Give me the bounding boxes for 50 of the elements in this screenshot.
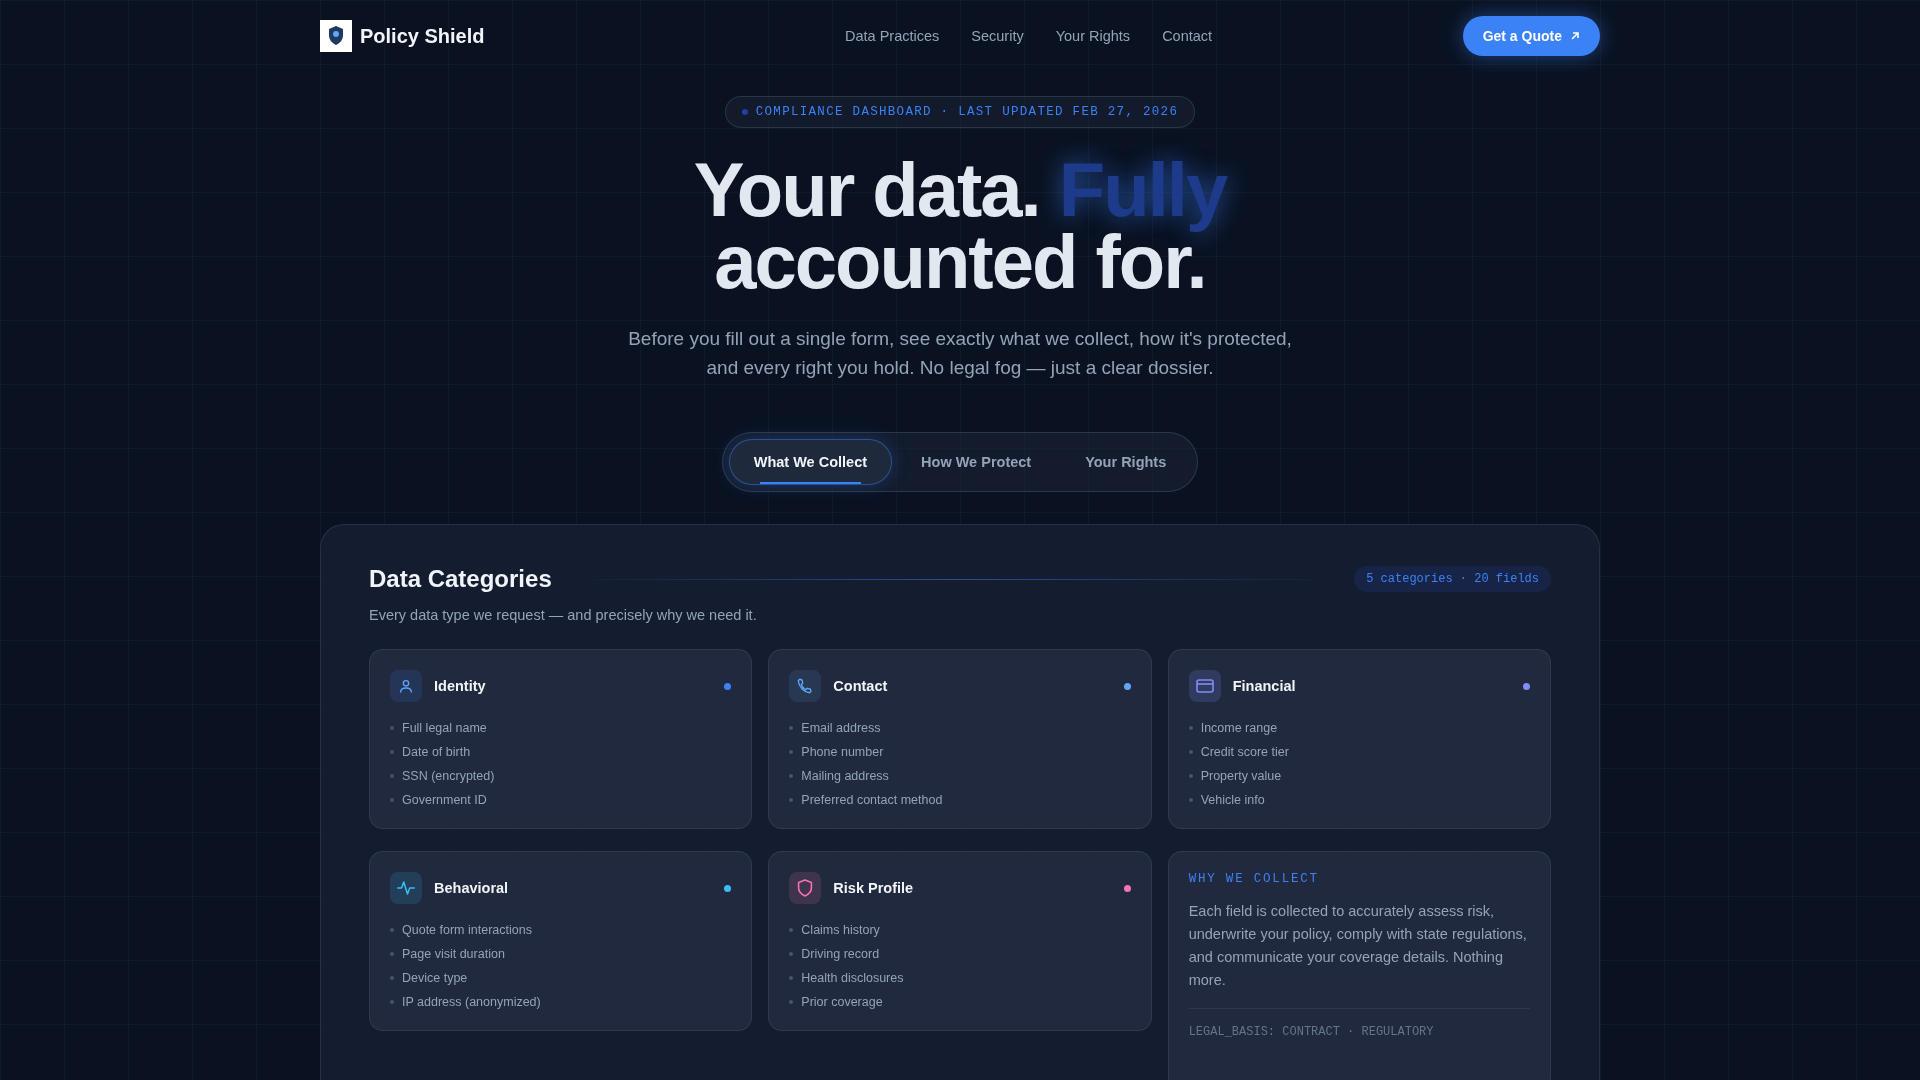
field-item: Vehicle info: [1200, 793, 1265, 807]
card-title: Identity: [434, 678, 487, 694]
tab[interactable]: Your Rights: [1060, 439, 1192, 485]
phone-icon: [796, 677, 815, 695]
field-item: Government ID: [402, 793, 487, 807]
card-title: Risk Profile: [833, 880, 915, 896]
field-item: Phone number: [801, 745, 884, 759]
shield-logo-icon: [320, 20, 352, 52]
card-heading: WHY WE COLLECT: [1188, 872, 1320, 886]
card-text: Each field is collected to accurately assess risk, underwrite your policy, comply with state regulations, and communicate your coverage details. Nothing more.: [1188, 902, 1528, 990]
field-item: Health disclosures: [801, 971, 904, 985]
field-item: IP address (anonymized): [402, 995, 541, 1009]
field-item: Full legal name: [402, 721, 487, 735]
field-item: Page visit duration: [402, 947, 505, 961]
card-title: Behavioral: [434, 880, 510, 896]
get-quote-button[interactable]: Get a Quote: [1462, 16, 1600, 56]
legal-basis-label: LEGAL_BASIS: CONTRACT · REGULATORY: [1188, 1025, 1435, 1039]
section-title: Data Categories: [369, 565, 552, 593]
card-title: Financial: [1232, 678, 1297, 694]
field-item: Email address: [801, 721, 881, 735]
tab[interactable]: What We Collect: [728, 439, 893, 485]
tab[interactable]: How We Protect: [896, 439, 1057, 485]
field-item: Property value: [1200, 769, 1282, 783]
field-item: Income range: [1200, 721, 1278, 735]
hero-heading: Your data. Fully accounted for.: [692, 154, 1229, 298]
shield-icon: [797, 879, 814, 897]
person-icon: [398, 678, 414, 694]
field-item: SSN (encrypted): [402, 769, 495, 783]
nav-link[interactable]: Your Rights: [1055, 28, 1131, 44]
card-title: Contact: [833, 678, 889, 694]
hero-subtitle: Before you fill out a single form, see exactly what we collect, how it's protected, and every right you hold. No legal fog — just a clear dossier.: [627, 327, 1293, 380]
field-item: Driving record: [801, 947, 880, 961]
card-icon: [1195, 679, 1214, 693]
arrow-icon: [1570, 31, 1580, 41]
field-item: Prior coverage: [801, 995, 883, 1009]
field-item: Claims history: [801, 923, 880, 937]
status-badge: COMPLIANCE DASHBOARD · LAST UPDATED FEB 27, 2026: [724, 96, 1196, 128]
field-item: Preferred contact method: [801, 793, 943, 807]
field-item: Date of birth: [402, 745, 471, 759]
field-item: Mailing address: [801, 769, 889, 783]
count-badge: 5 categories · 20 fields: [1354, 566, 1551, 592]
field-item: Quote form interactions: [402, 923, 532, 937]
section-subtitle: Every data type we request — and precisely why we need it.: [369, 607, 758, 623]
brand-name: Policy Shield: [360, 24, 485, 48]
field-item: Device type: [402, 971, 468, 985]
nav-link[interactable]: Data Practices: [845, 28, 940, 44]
nav-link[interactable]: Contact: [1162, 28, 1213, 44]
field-item: Credit score tier: [1200, 745, 1289, 759]
pulse-icon: [397, 880, 415, 896]
nav-link[interactable]: Security: [971, 28, 1024, 44]
